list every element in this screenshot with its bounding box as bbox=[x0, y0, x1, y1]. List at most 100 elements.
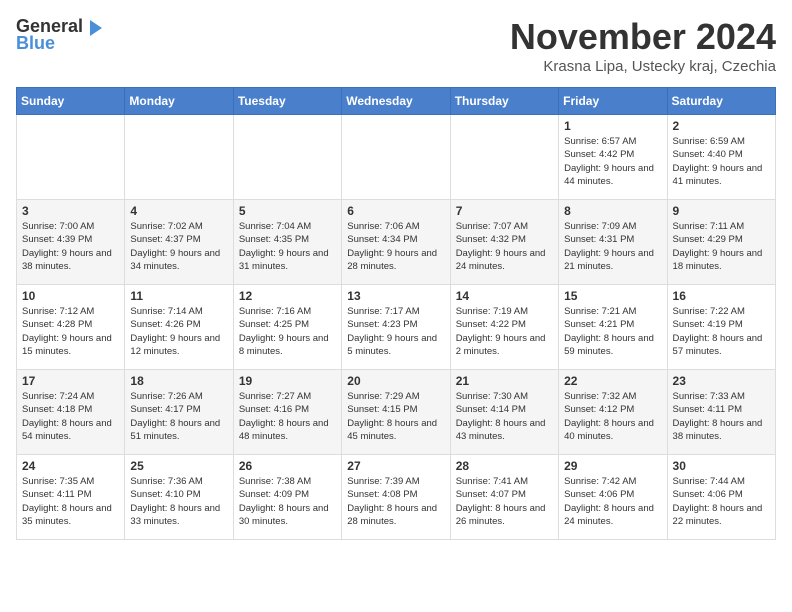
day-number: 1 bbox=[564, 119, 661, 133]
day-info: Sunrise: 6:59 AM Sunset: 4:40 PM Dayligh… bbox=[673, 135, 770, 188]
day-info: Sunrise: 6:57 AM Sunset: 4:42 PM Dayligh… bbox=[564, 135, 661, 188]
day-info: Sunrise: 7:24 AM Sunset: 4:18 PM Dayligh… bbox=[22, 390, 119, 443]
day-info: Sunrise: 7:02 AM Sunset: 4:37 PM Dayligh… bbox=[130, 220, 227, 273]
calendar-cell: 25 Sunrise: 7:36 AM Sunset: 4:10 PM Dayli… bbox=[125, 455, 233, 540]
day-info: Sunrise: 7:12 AM Sunset: 4:28 PM Dayligh… bbox=[22, 305, 119, 358]
location-text: Krasna Lipa, Ustecky kraj, Czechia bbox=[510, 58, 776, 75]
day-number: 2 bbox=[673, 119, 770, 133]
day-number: 13 bbox=[347, 289, 444, 303]
day-number: 4 bbox=[130, 204, 227, 218]
day-number: 25 bbox=[130, 459, 227, 473]
day-number: 9 bbox=[673, 204, 770, 218]
logo-blue-text: Blue bbox=[16, 33, 55, 54]
day-info: Sunrise: 7:19 AM Sunset: 4:22 PM Dayligh… bbox=[456, 305, 553, 358]
day-info: Sunrise: 7:36 AM Sunset: 4:10 PM Dayligh… bbox=[130, 475, 227, 528]
day-info: Sunrise: 7:21 AM Sunset: 4:21 PM Dayligh… bbox=[564, 305, 661, 358]
day-number: 7 bbox=[456, 204, 553, 218]
day-info: Sunrise: 7:44 AM Sunset: 4:06 PM Dayligh… bbox=[673, 475, 770, 528]
day-info: Sunrise: 7:06 AM Sunset: 4:34 PM Dayligh… bbox=[347, 220, 444, 273]
day-number: 26 bbox=[239, 459, 336, 473]
calendar-cell: 10 Sunrise: 7:12 AM Sunset: 4:28 PM Dayli… bbox=[17, 285, 125, 370]
day-number: 3 bbox=[22, 204, 119, 218]
calendar-cell: 3 Sunrise: 7:00 AM Sunset: 4:39 PM Daylig… bbox=[17, 200, 125, 285]
calendar-header-wednesday: Wednesday bbox=[342, 88, 450, 115]
calendar-cell: 16 Sunrise: 7:22 AM Sunset: 4:19 PM Dayli… bbox=[667, 285, 775, 370]
calendar-header-saturday: Saturday bbox=[667, 88, 775, 115]
day-number: 24 bbox=[22, 459, 119, 473]
calendar-table: SundayMondayTuesdayWednesdayThursdayFrid… bbox=[16, 87, 776, 540]
day-info: Sunrise: 7:41 AM Sunset: 4:07 PM Dayligh… bbox=[456, 475, 553, 528]
day-number: 12 bbox=[239, 289, 336, 303]
calendar-cell: 26 Sunrise: 7:38 AM Sunset: 4:09 PM Dayli… bbox=[233, 455, 341, 540]
day-number: 27 bbox=[347, 459, 444, 473]
day-number: 23 bbox=[673, 374, 770, 388]
day-info: Sunrise: 7:04 AM Sunset: 4:35 PM Dayligh… bbox=[239, 220, 336, 273]
calendar-cell: 21 Sunrise: 7:30 AM Sunset: 4:14 PM Dayli… bbox=[450, 370, 558, 455]
calendar-header-monday: Monday bbox=[125, 88, 233, 115]
calendar-week-3: 10 Sunrise: 7:12 AM Sunset: 4:28 PM Dayli… bbox=[17, 285, 776, 370]
day-info: Sunrise: 7:22 AM Sunset: 4:19 PM Dayligh… bbox=[673, 305, 770, 358]
calendar-cell: 30Sunrise: 7:44 AM Sunset: 4:06 PM Dayli… bbox=[667, 455, 775, 540]
calendar-cell: 14 Sunrise: 7:19 AM Sunset: 4:22 PM Dayli… bbox=[450, 285, 558, 370]
day-info: Sunrise: 7:39 AM Sunset: 4:08 PM Dayligh… bbox=[347, 475, 444, 528]
calendar-cell: 22Sunrise: 7:32 AM Sunset: 4:12 PM Dayli… bbox=[559, 370, 667, 455]
day-number: 18 bbox=[130, 374, 227, 388]
calendar-cell bbox=[342, 115, 450, 200]
day-info: Sunrise: 7:00 AM Sunset: 4:39 PM Dayligh… bbox=[22, 220, 119, 273]
logo: General Blue bbox=[16, 16, 102, 54]
day-info: Sunrise: 7:16 AM Sunset: 4:25 PM Dayligh… bbox=[239, 305, 336, 358]
day-info: Sunrise: 7:11 AM Sunset: 4:29 PM Dayligh… bbox=[673, 220, 770, 273]
day-info: Sunrise: 7:09 AM Sunset: 4:31 PM Dayligh… bbox=[564, 220, 661, 273]
calendar-cell: 29 Sunrise: 7:42 AM Sunset: 4:06 PM Dayli… bbox=[559, 455, 667, 540]
calendar-cell bbox=[233, 115, 341, 200]
calendar-cell: 2 Sunrise: 6:59 AM Sunset: 4:40 PM Daylig… bbox=[667, 115, 775, 200]
day-number: 20 bbox=[347, 374, 444, 388]
day-info: Sunrise: 7:35 AM Sunset: 4:11 PM Dayligh… bbox=[22, 475, 119, 528]
calendar-cell: 20 Sunrise: 7:29 AM Sunset: 4:15 PM Dayli… bbox=[342, 370, 450, 455]
day-number: 15 bbox=[564, 289, 661, 303]
day-info: Sunrise: 7:29 AM Sunset: 4:15 PM Dayligh… bbox=[347, 390, 444, 443]
calendar-cell: 17 Sunrise: 7:24 AM Sunset: 4:18 PM Dayli… bbox=[17, 370, 125, 455]
calendar-cell: 18Sunrise: 7:26 AM Sunset: 4:17 PM Dayli… bbox=[125, 370, 233, 455]
calendar-week-5: 24 Sunrise: 7:35 AM Sunset: 4:11 PM Dayli… bbox=[17, 455, 776, 540]
page-header: General Blue November 2024 Krasna Lipa, … bbox=[16, 16, 776, 75]
calendar-cell: 4 Sunrise: 7:02 AM Sunset: 4:37 PM Daylig… bbox=[125, 200, 233, 285]
calendar-header-friday: Friday bbox=[559, 88, 667, 115]
calendar-cell: 7 Sunrise: 7:07 AM Sunset: 4:32 PM Daylig… bbox=[450, 200, 558, 285]
calendar-week-2: 3 Sunrise: 7:00 AM Sunset: 4:39 PM Daylig… bbox=[17, 200, 776, 285]
calendar-header-sunday: Sunday bbox=[17, 88, 125, 115]
logo-triangle-icon bbox=[84, 18, 102, 36]
calendar-header-thursday: Thursday bbox=[450, 88, 558, 115]
day-info: Sunrise: 7:17 AM Sunset: 4:23 PM Dayligh… bbox=[347, 305, 444, 358]
day-number: 21 bbox=[456, 374, 553, 388]
day-info: Sunrise: 7:30 AM Sunset: 4:14 PM Dayligh… bbox=[456, 390, 553, 443]
day-number: 17 bbox=[22, 374, 119, 388]
calendar-cell: 8 Sunrise: 7:09 AM Sunset: 4:31 PM Daylig… bbox=[559, 200, 667, 285]
day-number: 14 bbox=[456, 289, 553, 303]
day-info: Sunrise: 7:33 AM Sunset: 4:11 PM Dayligh… bbox=[673, 390, 770, 443]
calendar-cell: 15 Sunrise: 7:21 AM Sunset: 4:21 PM Dayli… bbox=[559, 285, 667, 370]
day-number: 19 bbox=[239, 374, 336, 388]
title-section: November 2024 Krasna Lipa, Ustecky kraj,… bbox=[510, 16, 776, 75]
calendar-header-row: SundayMondayTuesdayWednesdayThursdayFrid… bbox=[17, 88, 776, 115]
calendar-cell: 28 Sunrise: 7:41 AM Sunset: 4:07 PM Dayli… bbox=[450, 455, 558, 540]
day-info: Sunrise: 7:07 AM Sunset: 4:32 PM Dayligh… bbox=[456, 220, 553, 273]
day-number: 16 bbox=[673, 289, 770, 303]
calendar-cell bbox=[125, 115, 233, 200]
day-info: Sunrise: 7:38 AM Sunset: 4:09 PM Dayligh… bbox=[239, 475, 336, 528]
day-number: 10 bbox=[22, 289, 119, 303]
day-number: 28 bbox=[456, 459, 553, 473]
day-info: Sunrise: 7:27 AM Sunset: 4:16 PM Dayligh… bbox=[239, 390, 336, 443]
calendar-cell: 13 Sunrise: 7:17 AM Sunset: 4:23 PM Dayli… bbox=[342, 285, 450, 370]
day-info: Sunrise: 7:32 AM Sunset: 4:12 PM Dayligh… bbox=[564, 390, 661, 443]
day-number: 8 bbox=[564, 204, 661, 218]
calendar-cell: 1 Sunrise: 6:57 AM Sunset: 4:42 PM Daylig… bbox=[559, 115, 667, 200]
calendar-cell: 19 Sunrise: 7:27 AM Sunset: 4:16 PM Dayli… bbox=[233, 370, 341, 455]
day-number: 11 bbox=[130, 289, 227, 303]
calendar-cell: 23 Sunrise: 7:33 AM Sunset: 4:11 PM Dayli… bbox=[667, 370, 775, 455]
calendar-cell: 9 Sunrise: 7:11 AM Sunset: 4:29 PM Daylig… bbox=[667, 200, 775, 285]
calendar-cell: 5Sunrise: 7:04 AM Sunset: 4:35 PM Daylig… bbox=[233, 200, 341, 285]
day-info: Sunrise: 7:42 AM Sunset: 4:06 PM Dayligh… bbox=[564, 475, 661, 528]
day-number: 29 bbox=[564, 459, 661, 473]
calendar-cell: 12 Sunrise: 7:16 AM Sunset: 4:25 PM Dayli… bbox=[233, 285, 341, 370]
